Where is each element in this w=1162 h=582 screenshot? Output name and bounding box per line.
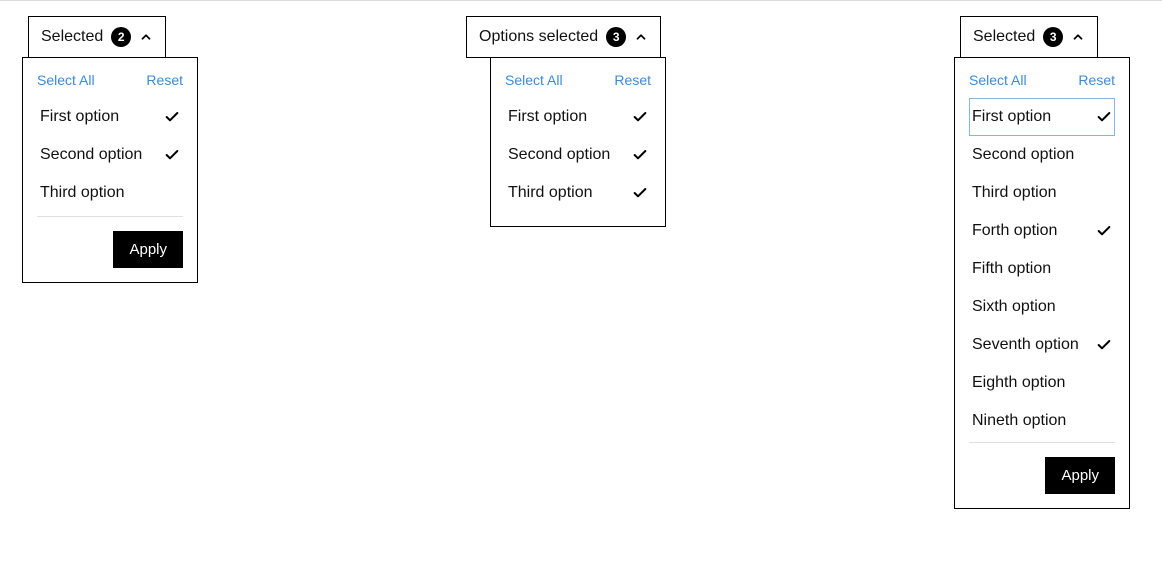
options-list: First option Second option Third option For…	[969, 98, 1115, 440]
check-icon	[1096, 109, 1112, 125]
option-label: Nineth option	[972, 412, 1096, 430]
dropdown-1: Selected 2 Select All Reset First option…	[28, 16, 166, 58]
dropdown-toggle[interactable]: Selected 2	[28, 16, 166, 58]
panel-footer: Apply	[37, 217, 183, 268]
reset-link[interactable]: Reset	[146, 72, 183, 88]
panel-footer: Apply	[969, 443, 1115, 494]
option-item[interactable]: Nineth option	[969, 402, 1115, 440]
check-icon	[1096, 413, 1112, 429]
panel-actions: Select All Reset	[969, 72, 1115, 88]
option-item[interactable]: First option	[505, 98, 651, 136]
option-label: Third option	[972, 184, 1096, 202]
option-label: Eighth option	[972, 374, 1096, 392]
dropdown-label: Selected	[41, 28, 103, 46]
check-icon	[1096, 337, 1112, 353]
dropdown-label: Selected	[973, 28, 1035, 46]
chevron-up-icon	[139, 30, 153, 44]
check-icon	[632, 147, 648, 163]
select-all-link[interactable]: Select All	[505, 72, 563, 88]
option-label: Second option	[508, 146, 632, 164]
option-item[interactable]: Eighth option	[969, 364, 1115, 402]
chevron-up-icon	[1071, 30, 1085, 44]
count-badge: 3	[1043, 27, 1063, 47]
option-item[interactable]: Third option	[969, 174, 1115, 212]
option-label: Sixth option	[972, 298, 1096, 316]
option-label: First option	[40, 108, 164, 126]
count-badge: 2	[111, 27, 131, 47]
options-list: First option Second option Third option	[37, 98, 183, 212]
option-item[interactable]: Forth option	[969, 212, 1115, 250]
dropdown-2: Options selected 3 Select All Reset Firs…	[466, 16, 661, 58]
check-icon	[1096, 223, 1112, 239]
reset-link[interactable]: Reset	[1078, 72, 1115, 88]
select-all-link[interactable]: Select All	[969, 72, 1027, 88]
option-item[interactable]: First option	[969, 98, 1115, 136]
dropdown-panel: Select All Reset First option Second opti…	[490, 57, 666, 227]
panel-actions: Select All Reset	[505, 72, 651, 88]
check-icon	[632, 109, 648, 125]
dropdown-panel: Select All Reset First option Second opti…	[22, 57, 198, 283]
option-item[interactable]: Fifth option	[969, 250, 1115, 288]
option-label: Seventh option	[972, 336, 1096, 354]
check-icon	[164, 185, 180, 201]
reset-link[interactable]: Reset	[614, 72, 651, 88]
check-icon	[1096, 147, 1112, 163]
dropdown-toggle[interactable]: Selected 3	[960, 16, 1098, 58]
dropdown-3: Selected 3 Select All Reset First option…	[960, 16, 1098, 58]
option-label: Forth option	[972, 222, 1096, 240]
option-item[interactable]: Second option	[505, 136, 651, 174]
option-label: First option	[508, 108, 632, 126]
option-label: Second option	[40, 146, 164, 164]
check-icon	[164, 109, 180, 125]
dropdown-panel: Select All Reset First option Second opti…	[954, 57, 1130, 509]
count-badge: 3	[606, 27, 626, 47]
option-item[interactable]: Third option	[37, 174, 183, 212]
dropdown-label: Options selected	[479, 28, 598, 46]
option-item[interactable]: Seventh option	[969, 326, 1115, 364]
apply-button[interactable]: Apply	[113, 231, 183, 268]
check-icon	[1096, 375, 1112, 391]
check-icon	[1096, 299, 1112, 315]
chevron-up-icon	[634, 30, 648, 44]
check-icon	[632, 185, 648, 201]
select-all-link[interactable]: Select All	[37, 72, 95, 88]
check-icon	[164, 147, 180, 163]
check-icon	[1096, 185, 1112, 201]
dropdown-toggle[interactable]: Options selected 3	[466, 16, 661, 58]
option-label: Third option	[40, 184, 164, 202]
option-label: Fifth option	[972, 260, 1096, 278]
option-label: First option	[972, 108, 1096, 126]
option-item[interactable]: Third option	[505, 174, 651, 212]
option-item[interactable]: Second option	[969, 136, 1115, 174]
option-label: Second option	[972, 146, 1096, 164]
check-icon	[1096, 261, 1112, 277]
options-list: First option Second option Third option	[505, 98, 651, 212]
option-item[interactable]: First option	[37, 98, 183, 136]
apply-button[interactable]: Apply	[1045, 457, 1115, 494]
option-item[interactable]: Sixth option	[969, 288, 1115, 326]
panel-actions: Select All Reset	[37, 72, 183, 88]
option-item[interactable]: Second option	[37, 136, 183, 174]
option-label: Third option	[508, 184, 632, 202]
